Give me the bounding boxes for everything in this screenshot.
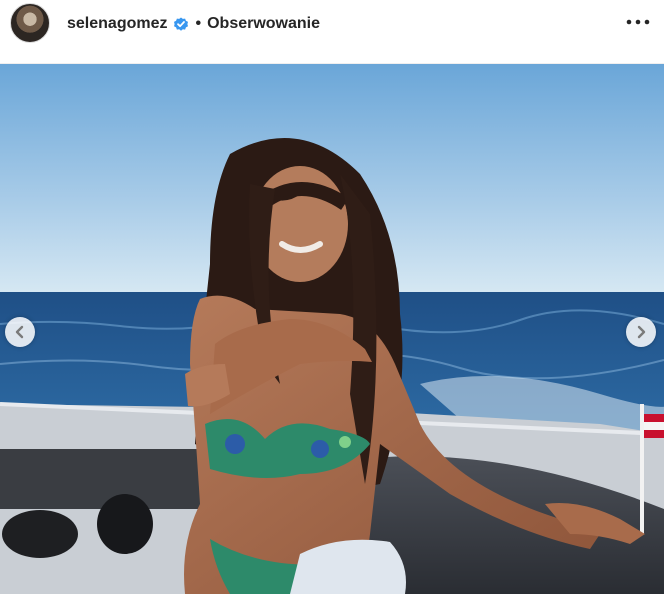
post-photo[interactable] <box>0 64 664 594</box>
photo-woman-on-boat <box>0 64 664 594</box>
carousel-prev-button[interactable] <box>5 317 35 347</box>
avatar[interactable] <box>10 3 50 43</box>
carousel-next-button[interactable] <box>626 317 656 347</box>
more-options-button[interactable] <box>624 10 652 34</box>
chevron-right-icon <box>637 325 646 339</box>
username-link[interactable]: selenagomez <box>67 15 167 33</box>
verified-badge-icon <box>173 16 189 32</box>
chevron-left-icon <box>15 325 24 339</box>
header-row: selenagomez • Obserwowanie <box>67 13 320 35</box>
separator-dot: • <box>195 15 202 32</box>
more-options-icon <box>626 19 650 25</box>
following-button[interactable]: Obserwowanie <box>207 15 320 33</box>
post-header: selenagomez • Obserwowanie <box>0 0 664 64</box>
